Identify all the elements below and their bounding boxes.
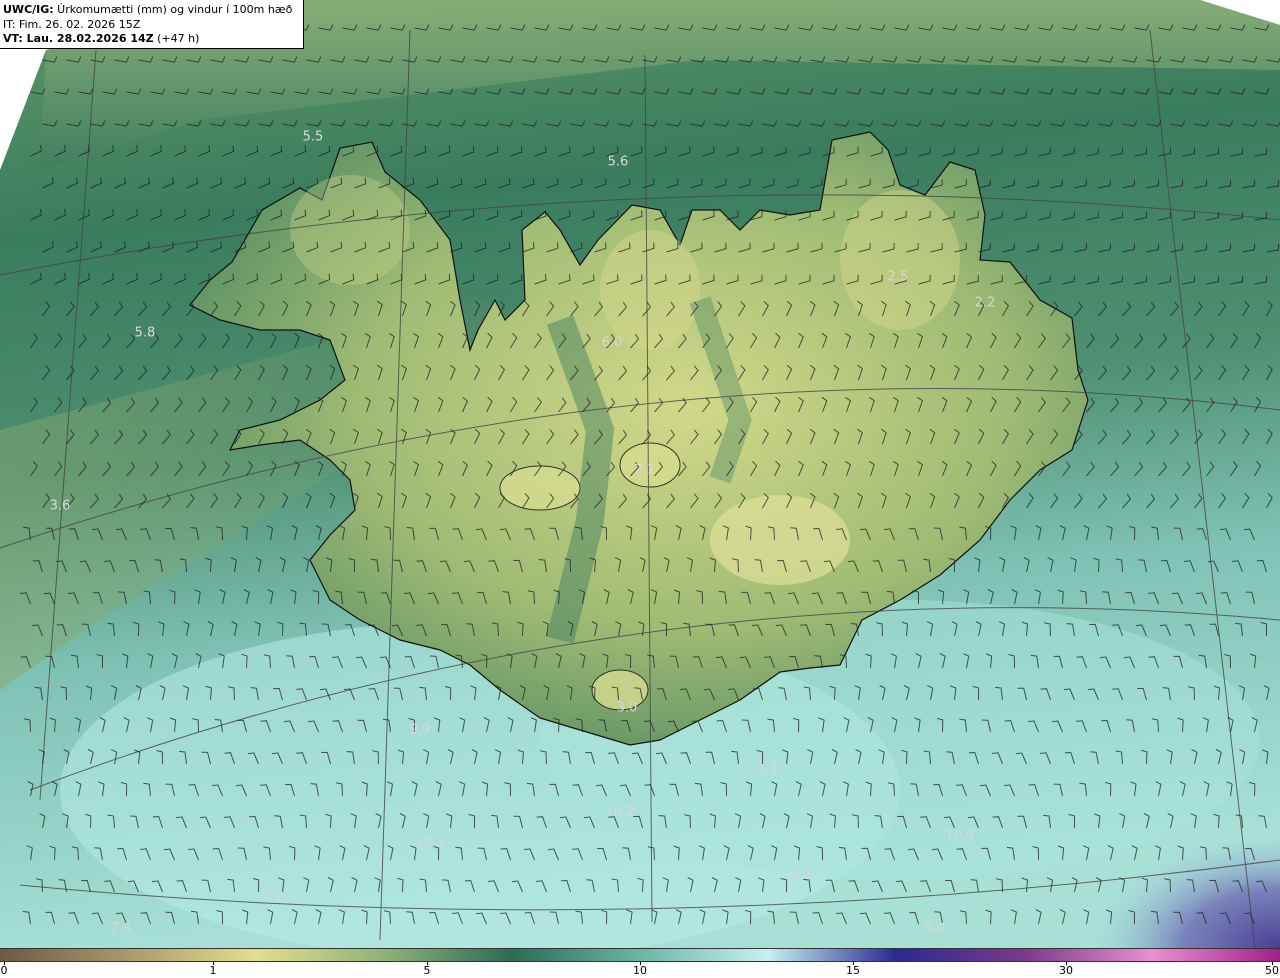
precip-value-label: 9.3	[756, 762, 778, 778]
colorbar-tick-label: 0	[0, 964, 8, 977]
precip-value-label: 2.5	[887, 269, 909, 285]
precip-value-label: 9.0	[924, 921, 946, 937]
weather-map: 5.5 5.6 5.8 6.0 2.5 2.2 2.1 3.6 3.0 9.9 9.3 10.2 10.…	[0, 0, 1280, 948]
precip-value-label: 3.6	[49, 498, 71, 514]
init-time: IT: Fim. 26. 02. 2026 15Z	[3, 17, 141, 31]
colorbar-tick-label: 10	[633, 964, 647, 977]
precip-value-label: 5.6	[607, 154, 629, 170]
valid-time-line: VT: Lau. 28.02.2026 14Z (+47 h)	[3, 32, 300, 47]
precip-value-label: 7.6	[110, 921, 132, 937]
precip-value-label: 5.5	[302, 129, 324, 145]
colorbar-tick-label: 1	[209, 964, 217, 977]
precip-value-label: 7.2	[261, 888, 283, 904]
precip-value-label: 5.8	[134, 325, 156, 341]
header-title-line: UWC/IG: Úrkomumætti (mm) og vindur í 100…	[3, 3, 300, 18]
precip-value-label: 10.4	[945, 828, 975, 844]
precip-value-label: 9.9	[789, 867, 811, 883]
precip-value-label: 6.0	[601, 335, 623, 351]
precip-value-label: 9.9	[409, 722, 431, 738]
colorbar-tick-label: 15	[846, 964, 860, 977]
colorbar-tick-label: 5	[423, 964, 431, 977]
product-code: UWC/IG:	[3, 3, 54, 16]
colorbar-tick-label: 30	[1059, 964, 1073, 977]
precip-value-label: 10.2	[605, 804, 635, 820]
colorbar	[0, 948, 1280, 962]
colorbar-tick-label: 50	[1265, 964, 1279, 977]
precip-value-label: 3.0	[616, 700, 638, 716]
precip-value-label: 2.2	[974, 295, 996, 311]
header-box: UWC/IG: Úrkomumætti (mm) og vindur í 100…	[0, 0, 304, 49]
precip-value-label: 10.3	[415, 835, 445, 851]
precip-value-label: 2.1	[634, 462, 656, 478]
valid-time: VT: Lau. 28.02.2026 14Z	[3, 32, 154, 45]
forecast-lead: (+47 h)	[153, 32, 200, 45]
map-title: Úrkomumætti (mm) og vindur í 100m hæð	[53, 3, 293, 16]
